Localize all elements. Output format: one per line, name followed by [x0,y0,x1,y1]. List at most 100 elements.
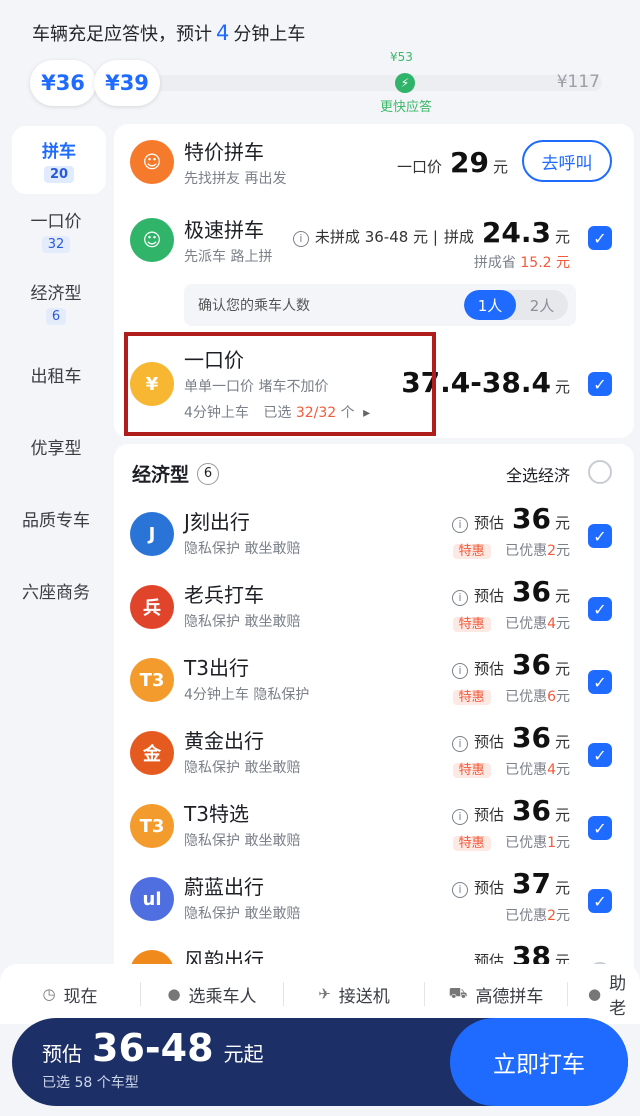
sidebar-item-six-seat[interactable]: 六座商务 [0,554,112,626]
sidebar-item-quality[interactable]: 品质专车 [0,482,112,554]
sidebar-item-label: 出租车 [30,366,82,387]
special-tag: 特惠 [452,763,491,778]
special-tag: 特惠 [452,690,491,705]
estimate-label: 预估 [474,587,505,605]
passenger-option-1[interactable]: 1人 [464,290,516,320]
provider-checkbox[interactable]: ✓ [588,597,612,621]
info-icon[interactable]: i [452,735,468,752]
economy-item[interactable]: J J刻出行 隐私保护 敢坐敢赔 i 预估 36 元 特惠 已优惠2元 ✓ [114,502,634,574]
price-value: 37 [512,867,551,900]
provider-name: 老兵打车 [184,583,264,607]
pooled-label: 拼成 [443,228,474,246]
passenger-count-toggle[interactable]: 1人 2人 [464,290,568,320]
discount-amount: 2 [547,908,556,924]
lightning-icon[interactable]: ⚡ [395,73,415,93]
discount-info: 特惠 已优惠1元 [452,832,570,852]
price-track-bar[interactable] [110,75,602,91]
economy-item[interactable]: 兵老兵打车 隐私保护 敢坐敢赔 i 预估 36 元 特惠 已优惠4元 ✓ [114,575,634,647]
provider-checkbox[interactable]: ✓ [588,889,612,913]
economy-item[interactable]: 金黄金出行 隐私保护 敢坐敢赔 i 预估 36 元 特惠 已优惠4元 ✓ [114,721,634,793]
call-car-button[interactable]: 立即打车 [450,1018,628,1106]
provider-sub: 隐私保护 敢坐敢赔 [184,760,301,776]
economy-card: 经济型 6 全选经济 J J刻出行 隐私保护 敢坐敢赔 i 预估 36 元 特惠 已… [114,444,634,994]
info-icon[interactable]: i [452,589,468,606]
discount-info: 特惠 已优惠6元 [452,686,570,706]
time-label: 现在 [63,986,98,1007]
highlight-frame [124,332,436,436]
price-unit: 元 [554,733,570,751]
info-icon[interactable]: i [292,230,309,247]
provider-checkbox[interactable]: ✓ [588,670,612,694]
sidebar-item-taxi[interactable]: 出租车 [0,338,112,410]
gaode-carpool-option[interactable]: ⛟ 高德拼车 [425,964,567,1024]
sidebar-item-carpool[interactable]: 拼车 20 [12,126,106,194]
info-icon[interactable]: i [452,881,468,898]
discount-info: 特惠 已优惠2元 [452,540,570,560]
info-icon[interactable]: i [452,808,468,825]
provider-checkbox[interactable]: ✓ [588,524,612,548]
estimate-label: 预估 [42,1042,82,1066]
provider-logo: 金 [130,731,174,775]
special-carpool-row[interactable]: ☺ 特价拼车 先找拼友 再出发 一口价 29 元 去呼叫 [114,126,634,198]
sidebar-item-label: 品质专车 [22,510,90,531]
provider-sub: 隐私保护 敢坐敢赔 [184,541,301,557]
info-icon[interactable]: i [452,516,468,533]
eta-minutes: 4 [216,21,230,45]
time-option[interactable]: ◷ 现在 [0,964,140,1024]
fast-carpool-row[interactable]: ☺ 极速拼车 先派车 路上拼 i 未拼成 36-48 元 | 拼成 24.3 元… [114,204,634,276]
provider-logo: T3 [130,658,174,702]
sidebar-item-fixed-price[interactable]: 一口价 32 [0,194,112,266]
elderly-assist-label: 助老 [609,974,627,1019]
elderly-assist-option[interactable]: ● 助老 [568,964,638,1024]
discount-amount: 4 [547,762,556,778]
provider-price: i 预估 36 元 [452,794,570,827]
price-option-36[interactable]: ¥36 [30,60,96,106]
gaode-carpool-label: 高德拼车 [475,986,544,1007]
estimate-label: 预估 [474,806,505,824]
sidebar-item-label: 经济型 [30,284,82,304]
economy-item[interactable]: T3 T3特选 隐私保护 敢坐敢赔 i 预估 36 元 特惠 已优惠1元 ✓ [114,794,634,866]
provider-checkbox[interactable]: ✓ [588,816,612,840]
special-carpool-title: 特价拼车 [184,140,264,164]
price-value: 29 [450,146,489,179]
passenger-option-2[interactable]: 2人 [516,290,568,320]
sidebar-item-premium[interactable]: 优享型 [0,410,112,482]
fast-carpool-checkbox[interactable]: ✓ [588,226,612,250]
provider-price: i 预估 36 元 [452,575,570,608]
discount-info: 已优惠2元 [505,905,570,925]
price-value: 36 [512,502,551,535]
price-value: 36 [512,575,551,608]
passenger-option[interactable]: ● 选乘车人 [141,964,283,1024]
price-unit: 元 [554,806,570,824]
discount-label: 已优惠 [505,762,548,778]
price-value: 36 [512,648,551,681]
unpooled-price: 未拼成 36-48 元 | [314,228,438,246]
discount-info: 特惠 已优惠4元 [452,759,570,779]
economy-item[interactable]: T3 T3出行 4分钟上车 隐私保护 i 预估 36 元 特惠 已优惠6元 ✓ [114,648,634,720]
fixed-price-checkbox[interactable]: ✓ [588,372,612,396]
airplane-icon: ✈ [318,985,331,1003]
estimate-label: 预估 [474,879,505,897]
special-tag: 特惠 [452,617,491,632]
car-icon: ⛟ [448,984,468,1002]
sidebar-item-count: 6 [45,308,67,325]
provider-logo: T3 [130,804,174,848]
price-slider[interactable]: ¥36 ¥39 ¥53 ⚡ 更快应答 ¥117 [30,50,614,115]
provider-checkbox[interactable]: ✓ [588,743,612,767]
price-unit: 元 [554,879,570,897]
sidebar-item-economy[interactable]: 经济型 6 [0,266,112,338]
faster-response-label: 更快应答 [380,100,433,115]
economy-item[interactable]: ul 蔚蓝出行 隐私保护 敢坐敢赔 i 预估 37 元 已优惠2元 ✓ [114,867,634,939]
call-button[interactable]: 去呼叫 [522,140,612,182]
airport-option[interactable]: ✈ 接送机 [284,964,424,1024]
sidebar-item-label: 优享型 [30,438,82,459]
price-value: 36 [512,794,551,827]
fast-carpool-title: 极速拼车 [184,218,264,242]
price-unit: 元 [554,514,570,532]
price-option-39[interactable]: ¥39 [94,60,160,106]
info-icon[interactable]: i [452,662,468,679]
passenger-label: 选乘车人 [188,986,257,1007]
provider-name: T3特选 [184,802,249,826]
provider-price: i 预估 36 元 [452,648,570,681]
select-all-checkbox[interactable] [588,460,612,484]
